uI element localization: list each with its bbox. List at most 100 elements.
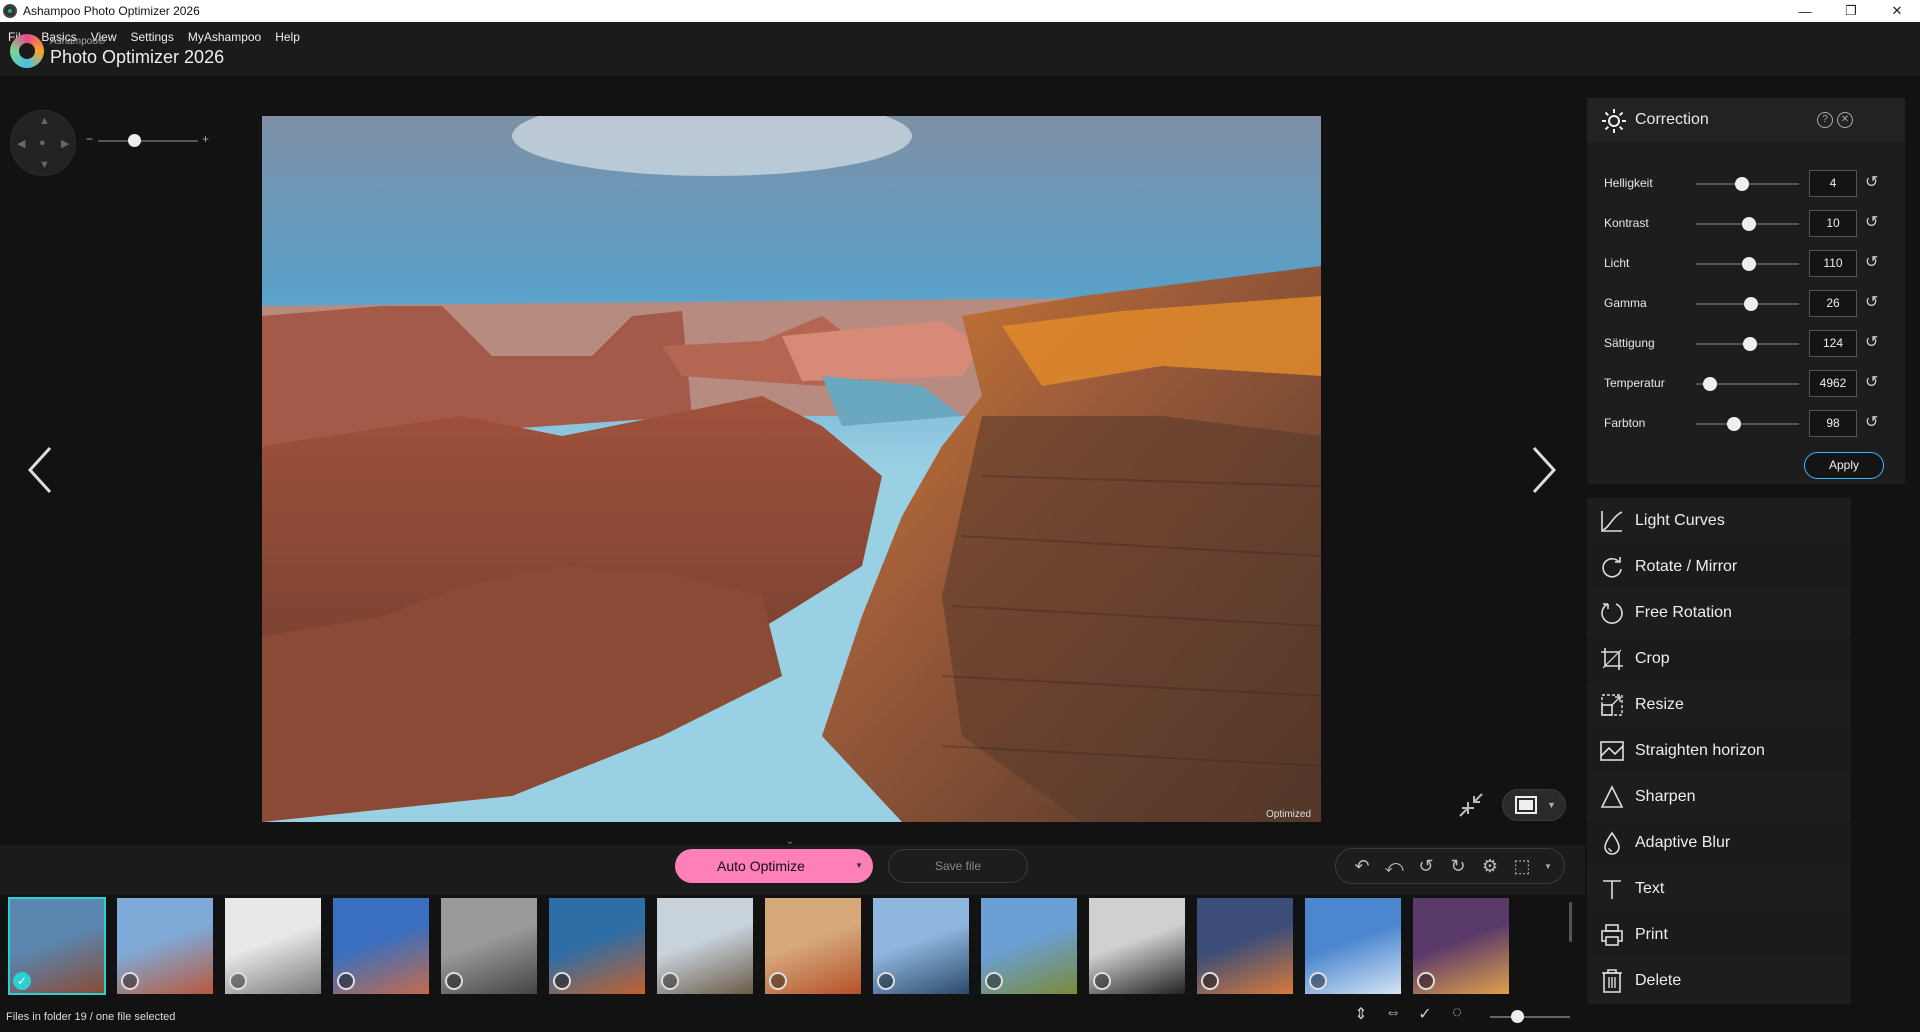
- select-circle-icon[interactable]: [121, 972, 139, 990]
- select-circle-icon[interactable]: [769, 972, 787, 990]
- chevron-down-icon[interactable]: ▼: [1547, 800, 1556, 810]
- slider-handle[interactable]: [1742, 337, 1757, 351]
- deselect-icon[interactable]: ◌: [1446, 1004, 1468, 1026]
- select-circle-icon[interactable]: [661, 972, 679, 990]
- selected-check-icon[interactable]: ✓: [13, 972, 31, 990]
- next-image-arrow-icon[interactable]: [1522, 440, 1562, 500]
- thumbnail-item[interactable]: [1197, 898, 1293, 994]
- save-file-button[interactable]: Save file: [888, 849, 1028, 883]
- slider-value-input[interactable]: 98: [1809, 410, 1857, 437]
- select-circle-icon[interactable]: [985, 972, 1003, 990]
- tool-crop[interactable]: Crop: [1587, 636, 1851, 682]
- slider-handle[interactable]: [1735, 177, 1750, 191]
- tool-free-rotation[interactable]: Free Rotation: [1587, 590, 1851, 636]
- thumbnail-item[interactable]: [1089, 898, 1185, 994]
- close-panel-icon[interactable]: ✕: [1837, 112, 1853, 128]
- reset-icon[interactable]: ↺: [1865, 412, 1885, 432]
- monitor-icon: [1515, 796, 1537, 814]
- select-circle-icon[interactable]: [1201, 972, 1219, 990]
- reset-icon[interactable]: ↺: [1865, 332, 1885, 352]
- reset-icon[interactable]: ↺: [1865, 212, 1885, 232]
- menu-help[interactable]: Help: [275, 30, 300, 44]
- slider-value-input[interactable]: 110: [1809, 250, 1857, 277]
- select-circle-icon[interactable]: [553, 972, 571, 990]
- thumbnail-item[interactable]: [873, 898, 969, 994]
- close-window-button[interactable]: ✕: [1874, 0, 1920, 22]
- thumbnail-item[interactable]: [549, 898, 645, 994]
- thumbnail-item[interactable]: [333, 898, 429, 994]
- undo-icon[interactable]: ↶: [1350, 854, 1374, 878]
- slider-handle[interactable]: [1727, 417, 1742, 431]
- undo-all-icon[interactable]: ⤺: [1382, 854, 1406, 878]
- tool-curve[interactable]: Light Curves: [1587, 498, 1851, 544]
- select-all-icon[interactable]: ✓: [1414, 1004, 1436, 1026]
- nav-left-icon[interactable]: ◀: [17, 137, 25, 150]
- tool-delete[interactable]: Delete: [1587, 958, 1851, 1004]
- fit-width-icon[interactable]: ⇔: [1382, 1004, 1404, 1026]
- auto-optimize-button[interactable]: Auto Optimize ▼: [675, 849, 873, 883]
- thumbnail-item[interactable]: [1413, 898, 1509, 994]
- reset-icon[interactable]: ↺: [1865, 292, 1885, 312]
- fit-height-icon[interactable]: ⇕: [1350, 1004, 1372, 1026]
- settings-gear-icon[interactable]: ⚙: [1478, 854, 1502, 878]
- rotate-right-90-icon[interactable]: ↻: [1446, 854, 1470, 878]
- previous-image-arrow-icon[interactable]: [22, 440, 62, 500]
- select-circle-icon[interactable]: [877, 972, 895, 990]
- tool-blur[interactable]: Adaptive Blur: [1587, 820, 1851, 866]
- slider-handle[interactable]: [1743, 297, 1758, 311]
- thumbnail-item[interactable]: [441, 898, 537, 994]
- tool-sharpen[interactable]: Sharpen: [1587, 774, 1851, 820]
- navigation-pad[interactable]: ▲ ▼ ◀ ▶ ●: [10, 110, 76, 176]
- tool-straighten[interactable]: Straighten horizon: [1587, 728, 1851, 774]
- selection-icon[interactable]: ⬚: [1510, 854, 1534, 878]
- select-circle-icon[interactable]: [337, 972, 355, 990]
- select-circle-icon[interactable]: [1093, 972, 1111, 990]
- zoom-out-icon[interactable]: −: [86, 132, 93, 146]
- slider-value-input[interactable]: 4: [1809, 170, 1857, 197]
- filmstrip-scrollbar[interactable]: [1569, 902, 1572, 942]
- minimize-button[interactable]: —: [1782, 0, 1828, 22]
- thumbnail-item[interactable]: [657, 898, 753, 994]
- view-mode-toggle[interactable]: ▼: [1502, 789, 1566, 821]
- thumbnail-item[interactable]: ✓: [8, 897, 106, 995]
- tool-text[interactable]: Text: [1587, 866, 1851, 912]
- zoom-slider[interactable]: [98, 140, 198, 142]
- zoom-in-icon[interactable]: +: [202, 132, 209, 146]
- apply-button[interactable]: Apply: [1804, 452, 1884, 479]
- nav-right-icon[interactable]: ▶: [61, 137, 69, 150]
- tool-resize[interactable]: Resize: [1587, 682, 1851, 728]
- nav-down-icon[interactable]: ▼: [39, 159, 50, 171]
- thumbnail-item[interactable]: [765, 898, 861, 994]
- restore-button[interactable]: ❐: [1828, 0, 1874, 22]
- fit-to-window-icon[interactable]: [1456, 790, 1486, 820]
- slider-value-input[interactable]: 4962: [1809, 370, 1857, 397]
- select-circle-icon[interactable]: [445, 972, 463, 990]
- thumbnail-item[interactable]: [117, 898, 213, 994]
- slider-handle[interactable]: [1741, 257, 1756, 271]
- slider-handle[interactable]: [1741, 217, 1756, 231]
- thumbnail-item[interactable]: [1305, 898, 1401, 994]
- tool-rotate-mirror[interactable]: Rotate / Mirror: [1587, 544, 1851, 590]
- reset-icon[interactable]: ↺: [1865, 372, 1885, 392]
- slider-value-input[interactable]: 124: [1809, 330, 1857, 357]
- nav-center-icon[interactable]: ●: [39, 137, 46, 149]
- tool-print[interactable]: Print: [1587, 912, 1851, 958]
- slider-handle[interactable]: [1703, 377, 1718, 391]
- select-circle-icon[interactable]: [1417, 972, 1435, 990]
- reset-icon[interactable]: ↺: [1865, 172, 1885, 192]
- nav-up-icon[interactable]: ▲: [39, 115, 50, 127]
- slider-value-input[interactable]: 26: [1809, 290, 1857, 317]
- more-tools-chevron-icon[interactable]: ▼: [1544, 862, 1552, 871]
- auto-optimize-dropdown-icon[interactable]: ▼: [855, 861, 863, 870]
- reset-icon[interactable]: ↺: [1865, 252, 1885, 272]
- zoom-slider-handle[interactable]: [128, 134, 141, 147]
- thumbnail-item[interactable]: [981, 898, 1077, 994]
- thumbnail-size-slider[interactable]: [1490, 1016, 1570, 1018]
- thumbnail-item[interactable]: [225, 898, 321, 994]
- slider-value-input[interactable]: 10: [1809, 210, 1857, 237]
- select-circle-icon[interactable]: [229, 972, 247, 990]
- slider-track[interactable]: [1696, 423, 1799, 425]
- help-icon[interactable]: ?: [1817, 112, 1833, 128]
- select-circle-icon[interactable]: [1309, 972, 1327, 990]
- rotate-left-90-icon[interactable]: ↺: [1414, 854, 1438, 878]
